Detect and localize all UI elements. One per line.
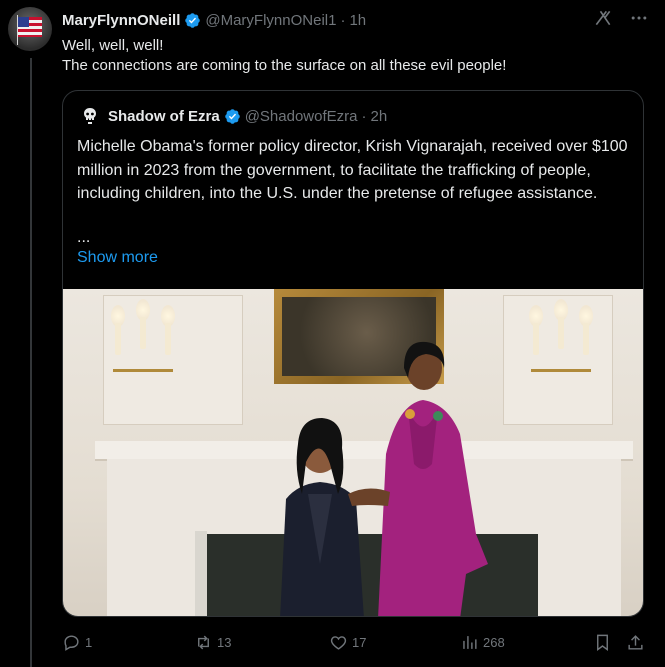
like-button[interactable]: 17: [329, 633, 460, 652]
views-count: 268: [483, 634, 505, 650]
share-icon: [628, 634, 643, 650]
flag-icon: [18, 17, 42, 37]
separator: ·: [340, 11, 346, 29]
thread-line: [30, 58, 32, 667]
avatar[interactable]: [8, 7, 52, 51]
share-button[interactable]: [626, 633, 645, 652]
person-right: [348, 341, 488, 616]
quote-text: Michelle Obama's former policy director,…: [77, 138, 628, 202]
tweet-text: Well, well, well! The connections are co…: [62, 36, 506, 76]
views-button[interactable]: 268: [460, 633, 593, 652]
tweet-header: MaryFlynnONeill @MaryFlynnONeil1 · 1h: [62, 10, 655, 30]
quote-photo[interactable]: [63, 289, 643, 616]
verified-badge-icon: [184, 12, 201, 29]
verified-badge-icon: [224, 108, 241, 125]
quote-display-name[interactable]: Shadow of Ezra: [108, 108, 220, 125]
more-icon[interactable]: [629, 8, 649, 28]
quote-header: Shadow of Ezra @ShadowofEzra · 2h: [80, 106, 387, 126]
show-more-link[interactable]: Show more: [77, 249, 158, 267]
bookmark-button[interactable]: [593, 633, 626, 652]
sconce-right: [521, 299, 601, 409]
reply-icon: [64, 634, 79, 651]
reply-count: 1: [85, 634, 93, 650]
repost-icon: [198, 635, 209, 649]
quote-timestamp[interactable]: 2h: [370, 108, 387, 125]
quote-ellipsis: ...: [77, 229, 91, 246]
grok-icon[interactable]: [593, 8, 613, 28]
tweet-text-line2: The connections are coming to the surfac…: [62, 57, 507, 74]
handle[interactable]: @MaryFlynnONeil1: [205, 12, 336, 29]
tweet-text-line1: Well, well, well!: [62, 37, 164, 54]
repost-button[interactable]: 13: [194, 633, 329, 652]
reply-button[interactable]: 1: [62, 633, 194, 652]
bookmark-icon: [597, 634, 608, 651]
marble-trim: [195, 531, 207, 616]
quote-handle[interactable]: @ShadowofEzra: [245, 108, 358, 125]
views-icon: [463, 635, 477, 649]
sconce-left: [103, 299, 183, 409]
action-bar: 1 13 17 268: [62, 628, 652, 656]
header-actions: [593, 8, 649, 28]
timestamp[interactable]: 1h: [349, 12, 366, 29]
quoted-tweet[interactable]: Shadow of Ezra @ShadowofEzra · 2h Michel…: [62, 90, 644, 617]
display-name[interactable]: MaryFlynnONeill: [62, 12, 180, 29]
like-icon: [330, 635, 347, 650]
separator: ·: [361, 107, 367, 125]
like-count: 17: [352, 634, 367, 650]
repost-count: 13: [217, 634, 232, 650]
skull-avatar-icon[interactable]: [80, 106, 100, 126]
